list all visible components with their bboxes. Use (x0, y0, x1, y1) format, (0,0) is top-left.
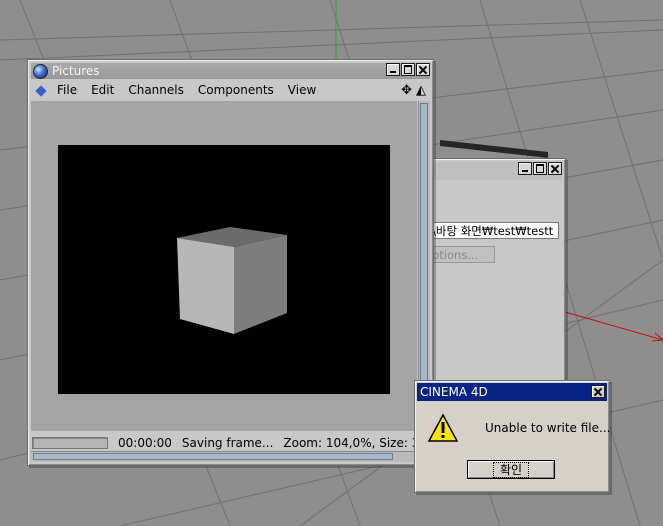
ok-button-label: 확인 (492, 462, 530, 478)
horizontal-scroll-thumb[interactable] (33, 453, 393, 460)
ok-button[interactable]: 확인 (467, 460, 555, 479)
status-zoom: Zoom: 104,0%, Size: 320x (283, 436, 415, 450)
vertical-scroll-thumb[interactable] (420, 103, 428, 425)
maximize-icon[interactable] (533, 162, 547, 175)
menu-components[interactable]: Components (198, 83, 274, 97)
move-arrows-icon[interactable]: ✥ (401, 83, 412, 98)
rendered-cube (177, 227, 287, 334)
progress-bar (32, 437, 108, 449)
options-button[interactable]: ptions... (429, 246, 495, 263)
menu-bar: File Edit Channels Components View ✥ ◭ (31, 81, 430, 99)
status-time: 00:00:00 (118, 436, 172, 450)
menu-channels[interactable]: Channels (128, 83, 184, 97)
maximize-icon[interactable] (401, 63, 415, 76)
status-bar: 00:00:00 Saving frame... Zoom: 104,0%, S… (32, 435, 415, 451)
camera-triangle-icon[interactable]: ◭ (416, 83, 426, 98)
alert-title: CINEMA 4D (420, 385, 488, 399)
command-arrow-icon[interactable] (35, 83, 51, 97)
alert-titlebar[interactable]: CINEMA 4D (417, 383, 607, 401)
close-icon[interactable] (591, 385, 605, 398)
status-message: Saving frame... (181, 436, 274, 450)
minimize-icon[interactable] (518, 162, 532, 175)
minimize-icon[interactable] (386, 63, 400, 76)
menu-edit[interactable]: Edit (91, 83, 114, 97)
warning-triangle-icon (427, 413, 459, 442)
pictures-titlebar[interactable]: Pictures (31, 63, 430, 79)
pictures-window[interactable]: Pictures File Edit Channels Components V… (27, 59, 434, 466)
cube-side-face (234, 235, 287, 334)
close-icon[interactable] (416, 63, 430, 76)
window-title: Pictures (52, 64, 100, 78)
alert-message: Unable to write file... (485, 421, 611, 435)
picture-viewer-area[interactable] (31, 101, 417, 431)
menu-file[interactable]: File (57, 83, 77, 97)
save-path-field[interactable]: \바탕 화면₩test₩testt (429, 222, 559, 239)
cube-front-face (177, 238, 234, 334)
menu-view[interactable]: View (288, 83, 316, 97)
close-icon[interactable] (548, 162, 562, 175)
alert-dialog[interactable]: CINEMA 4D Unable to write file... 확인 (414, 380, 610, 493)
cinema4d-sphere-icon (33, 63, 48, 79)
horizontal-scrollbar[interactable] (31, 451, 430, 462)
rendered-image (58, 145, 390, 394)
